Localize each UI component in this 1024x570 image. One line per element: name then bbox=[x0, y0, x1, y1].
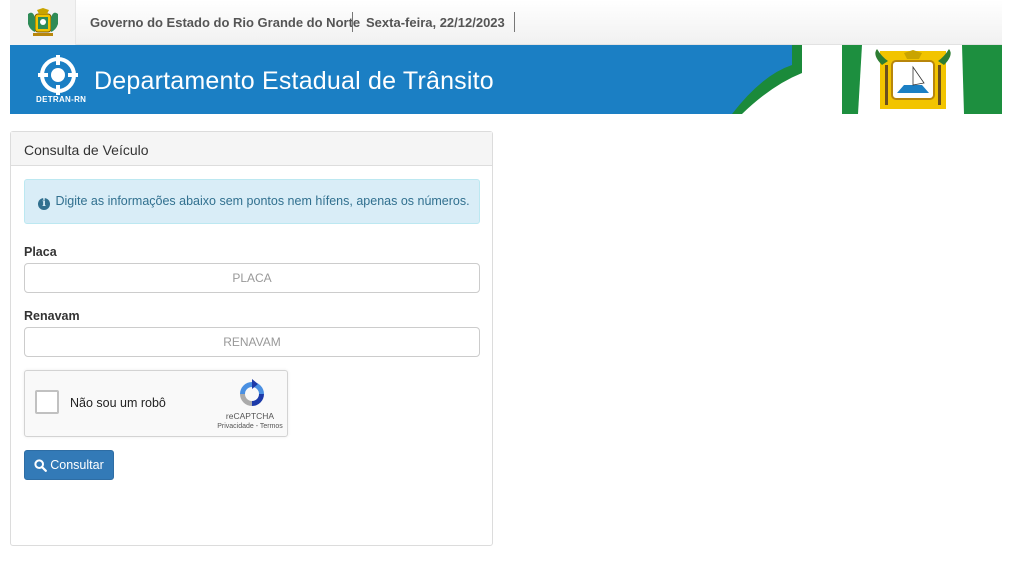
placa-input[interactable] bbox=[24, 263, 480, 293]
consultar-button[interactable]: Consultar bbox=[24, 450, 114, 480]
renavam-input[interactable] bbox=[24, 327, 480, 357]
recaptcha-widget: Não sou um robô reCAPTCHA Privacidade - … bbox=[24, 370, 288, 437]
divider bbox=[514, 12, 515, 32]
search-icon bbox=[34, 458, 48, 472]
divider bbox=[352, 12, 353, 32]
info-icon: i bbox=[38, 198, 50, 210]
recaptcha-label: Não sou um robô bbox=[70, 396, 166, 410]
vehicle-query-panel: Consulta de Veículo i Digite as informaç… bbox=[10, 131, 493, 546]
placa-label: Placa bbox=[24, 245, 57, 259]
site-banner: DETRAN-RN Departamento Estadual de Trâns… bbox=[10, 45, 1002, 114]
info-alert: i Digite as informações abaixo sem ponto… bbox=[24, 179, 480, 224]
renavam-label: Renavam bbox=[24, 309, 80, 323]
recaptcha-privacy-terms-links[interactable]: Privacidade - Termos bbox=[205, 423, 295, 430]
state-coat-of-arms-icon[interactable] bbox=[10, 0, 76, 45]
recaptcha-checkbox[interactable] bbox=[35, 390, 59, 414]
government-name: Governo do Estado do Rio Grande do Norte bbox=[90, 15, 361, 30]
info-message: Digite as informações abaixo sem pontos … bbox=[55, 194, 470, 208]
government-bar: Governo do Estado do Rio Grande do Norte… bbox=[10, 0, 1002, 45]
recaptcha-logo-icon bbox=[240, 379, 264, 406]
current-date: Sexta-feira, 22/12/2023 bbox=[366, 15, 505, 30]
detran-logo-text: DETRAN-RN bbox=[36, 95, 87, 104]
recaptcha-brand: reCAPTCHA bbox=[225, 411, 275, 421]
page-title: Departamento Estadual de Trânsito bbox=[94, 67, 494, 95]
consultar-button-label: Consultar bbox=[50, 458, 104, 472]
panel-title: Consulta de Veículo bbox=[11, 132, 492, 166]
state-flag-icon bbox=[732, 45, 1002, 114]
